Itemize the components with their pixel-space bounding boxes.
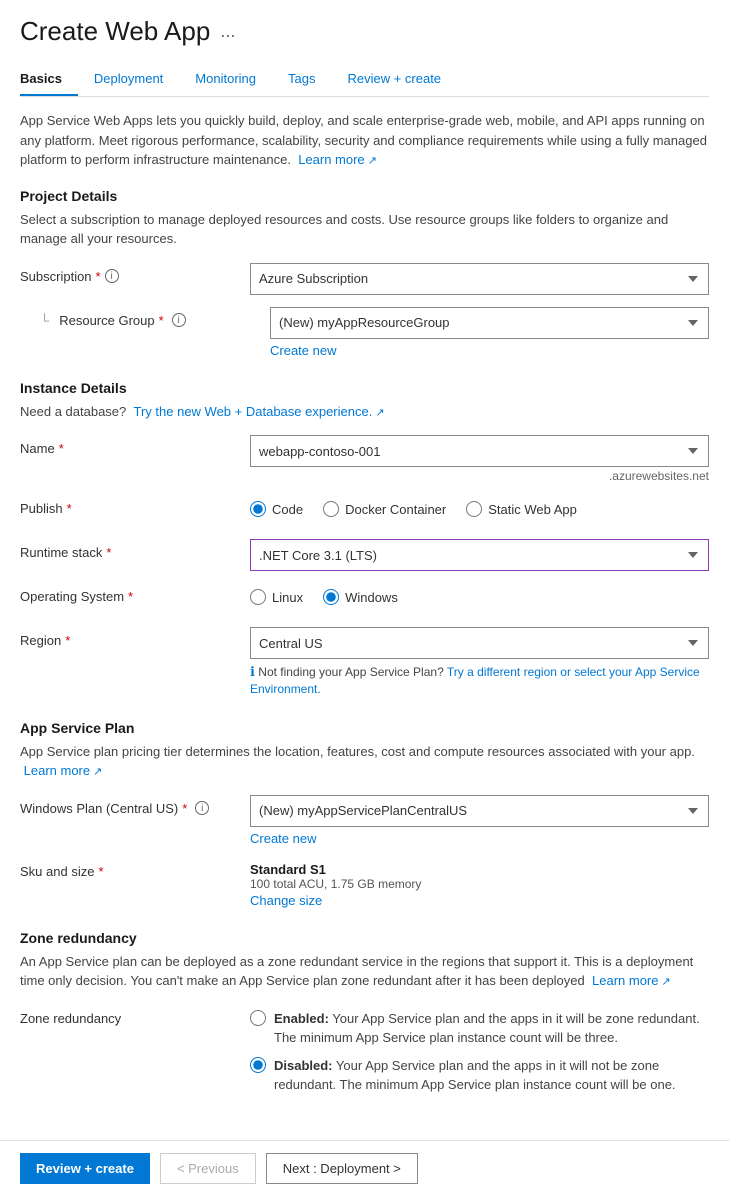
publish-control: Code Docker Container Static Web App bbox=[250, 495, 709, 517]
runtime-stack-label: Runtime stack * bbox=[20, 539, 250, 560]
os-linux-option[interactable]: Linux bbox=[250, 589, 303, 605]
windows-plan-select[interactable]: (New) myAppServicePlanCentralUS bbox=[250, 795, 709, 827]
tab-monitoring[interactable]: Monitoring bbox=[179, 63, 272, 96]
runtime-stack-select[interactable]: .NET Core 3.1 (LTS) bbox=[250, 539, 709, 571]
sku-details: 100 total ACU, 1.75 GB memory bbox=[250, 877, 709, 891]
region-row: Region * Central US ℹ Not finding your A… bbox=[20, 627, 709, 698]
region-info: ℹ Not finding your App Service Plan? Try… bbox=[250, 663, 709, 698]
windows-plan-create-new[interactable]: Create new bbox=[250, 831, 316, 846]
resource-group-row: └ Resource Group * i (New) myAppResource… bbox=[40, 307, 709, 358]
app-name-row: Name * webapp-contoso-001 .azurewebsites… bbox=[20, 435, 709, 483]
app-name-select[interactable]: webapp-contoso-001 bbox=[250, 435, 709, 467]
project-details-header: Project Details bbox=[20, 188, 709, 204]
more-options-icon[interactable]: ... bbox=[220, 21, 235, 42]
publish-docker-option[interactable]: Docker Container bbox=[323, 501, 446, 517]
zone-redundancy-description: An App Service plan can be deployed as a… bbox=[20, 952, 709, 991]
zone-disabled-text: Disabled: Your App Service plan and the … bbox=[274, 1056, 709, 1095]
sku-row: Sku and size * Standard S1 100 total ACU… bbox=[20, 858, 709, 908]
publish-row: Publish * Code Docker Container Static W… bbox=[20, 495, 709, 527]
next-button[interactable]: Next : Deployment > bbox=[266, 1153, 418, 1184]
os-windows-label: Windows bbox=[345, 590, 398, 605]
publish-static-radio[interactable] bbox=[466, 501, 482, 517]
tab-bar: Basics Deployment Monitoring Tags Review… bbox=[20, 63, 709, 97]
zone-disabled-radio[interactable] bbox=[250, 1057, 266, 1073]
zone-redundancy-radio-group: Enabled: Your App Service plan and the a… bbox=[250, 1005, 709, 1095]
app-service-learn-more[interactable]: Learn more bbox=[24, 763, 103, 778]
subscription-select[interactable]: Azure Subscription bbox=[250, 263, 709, 295]
zone-redundancy-header: Zone redundancy bbox=[20, 930, 709, 946]
subscription-control: Azure Subscription bbox=[250, 263, 709, 295]
resource-group-control: (New) myAppResourceGroup Create new bbox=[270, 307, 709, 358]
sku-label: Sku and size * bbox=[20, 858, 250, 879]
zone-redundancy-control: Enabled: Your App Service plan and the a… bbox=[250, 1005, 709, 1095]
publish-docker-radio[interactable] bbox=[323, 501, 339, 517]
resource-group-select[interactable]: (New) myAppResourceGroup bbox=[270, 307, 709, 339]
app-service-plan-header: App Service Plan bbox=[20, 720, 709, 736]
database-link[interactable]: Try the new Web + Database experience. bbox=[134, 404, 385, 419]
publish-static-option[interactable]: Static Web App bbox=[466, 501, 577, 517]
bottom-bar: Review + create < Previous Next : Deploy… bbox=[0, 1140, 729, 1196]
windows-plan-row: Windows Plan (Central US) * i (New) myAp… bbox=[20, 795, 709, 846]
runtime-stack-control: .NET Core 3.1 (LTS) bbox=[250, 539, 709, 571]
os-control: Linux Windows bbox=[250, 583, 709, 605]
zone-redundancy-learn-more[interactable]: Learn more bbox=[592, 973, 671, 988]
windows-plan-label: Windows Plan (Central US) * i bbox=[20, 795, 250, 816]
page-title: Create Web App bbox=[20, 16, 210, 47]
tab-review-create[interactable]: Review + create bbox=[331, 63, 457, 96]
resource-group-create-new[interactable]: Create new bbox=[270, 343, 336, 358]
tab-basics[interactable]: Basics bbox=[20, 63, 78, 96]
previous-button[interactable]: < Previous bbox=[160, 1153, 256, 1184]
zone-enabled-radio[interactable] bbox=[250, 1010, 266, 1026]
tab-tags[interactable]: Tags bbox=[272, 63, 331, 96]
runtime-stack-row: Runtime stack * .NET Core 3.1 (LTS) bbox=[20, 539, 709, 571]
zone-enabled-text: Enabled: Your App Service plan and the a… bbox=[274, 1009, 709, 1048]
instance-details-header: Instance Details bbox=[20, 380, 709, 396]
app-name-suffix: .azurewebsites.net bbox=[250, 469, 709, 483]
learn-more-link[interactable]: Learn more bbox=[298, 152, 377, 167]
region-select[interactable]: Central US bbox=[250, 627, 709, 659]
region-control: Central US ℹ Not finding your App Servic… bbox=[250, 627, 709, 698]
instance-details-subtext: Need a database? Try the new Web + Datab… bbox=[20, 402, 709, 422]
page-description: App Service Web Apps lets you quickly bu… bbox=[20, 111, 709, 170]
region-label: Region * bbox=[20, 627, 250, 648]
app-service-plan-description: App Service plan pricing tier determines… bbox=[20, 742, 709, 781]
subscription-info-icon[interactable]: i bbox=[105, 269, 119, 283]
region-info-icon: ℹ bbox=[250, 664, 255, 679]
app-name-control: webapp-contoso-001 .azurewebsites.net bbox=[250, 435, 709, 483]
publish-code-radio[interactable] bbox=[250, 501, 266, 517]
windows-plan-info-icon[interactable]: i bbox=[195, 801, 209, 815]
app-name-label: Name * bbox=[20, 435, 250, 456]
sku-change-size-link[interactable]: Change size bbox=[250, 893, 322, 908]
publish-static-label: Static Web App bbox=[488, 502, 577, 517]
publish-docker-label: Docker Container bbox=[345, 502, 446, 517]
publish-label: Publish * bbox=[20, 495, 250, 516]
sku-control: Standard S1 100 total ACU, 1.75 GB memor… bbox=[250, 858, 709, 908]
project-details-description: Select a subscription to manage deployed… bbox=[20, 210, 709, 249]
tab-deployment[interactable]: Deployment bbox=[78, 63, 179, 96]
os-row: Operating System * Linux Windows bbox=[20, 583, 709, 615]
zone-enabled-option[interactable]: Enabled: Your App Service plan and the a… bbox=[250, 1009, 709, 1048]
review-create-button[interactable]: Review + create bbox=[20, 1153, 150, 1184]
os-radio-group: Linux Windows bbox=[250, 583, 709, 605]
subscription-row: Subscription * i Azure Subscription bbox=[20, 263, 709, 295]
os-label: Operating System * bbox=[20, 583, 250, 604]
subscription-label: Subscription * i bbox=[20, 263, 250, 284]
page-title-area: Create Web App ... bbox=[20, 16, 709, 47]
zone-disabled-option[interactable]: Disabled: Your App Service plan and the … bbox=[250, 1056, 709, 1095]
sku-name: Standard S1 bbox=[250, 862, 709, 877]
publish-radio-group: Code Docker Container Static Web App bbox=[250, 495, 709, 517]
os-windows-radio[interactable] bbox=[323, 589, 339, 605]
resource-group-info-icon[interactable]: i bbox=[172, 313, 186, 327]
windows-plan-control: (New) myAppServicePlanCentralUS Create n… bbox=[250, 795, 709, 846]
os-windows-option[interactable]: Windows bbox=[323, 589, 398, 605]
zone-redundancy-row: Zone redundancy Enabled: Your App Servic… bbox=[20, 1005, 709, 1095]
publish-code-option[interactable]: Code bbox=[250, 501, 303, 517]
zone-redundancy-label: Zone redundancy bbox=[20, 1005, 250, 1026]
os-linux-label: Linux bbox=[272, 590, 303, 605]
subscription-required: * bbox=[96, 269, 101, 284]
publish-code-label: Code bbox=[272, 502, 303, 517]
resource-group-label: └ Resource Group * i bbox=[40, 307, 270, 328]
os-linux-radio[interactable] bbox=[250, 589, 266, 605]
